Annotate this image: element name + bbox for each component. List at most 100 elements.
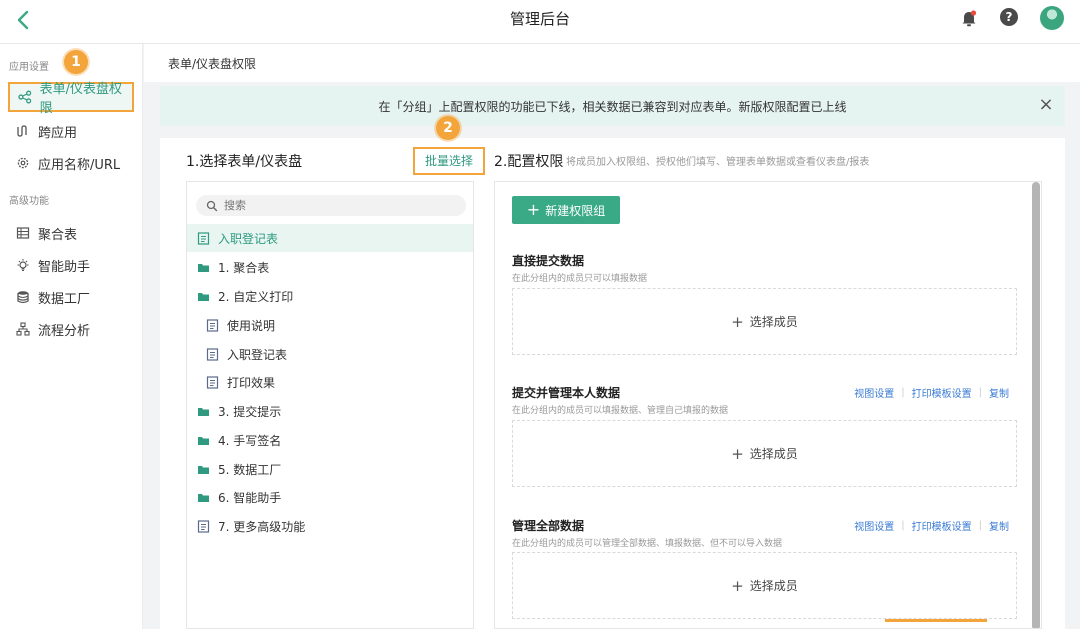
form-doc-icon: [197, 231, 210, 245]
step1-title: 1.选择表单/仪表盘: [186, 154, 303, 170]
tree-item[interactable]: 4. 手写签名: [187, 426, 473, 454]
form-doc-icon: [206, 318, 219, 332]
vertical-scrollbar[interactable]: [1032, 182, 1040, 628]
search-input[interactable]: [224, 199, 444, 212]
folder-open-icon: [198, 292, 209, 301]
notification-bell-icon[interactable]: [958, 8, 980, 30]
form-doc-icon: [206, 347, 219, 361]
group-title: 提交并管理本人数据: [512, 386, 621, 400]
sidebar: 应用设置 1 表单/仪表盘权限 跨应用 应用名称/URL 高级功能 聚合表 智能…: [0, 44, 143, 629]
tree-item-label: 6. 智能助手: [218, 490, 282, 505]
sidebar-item-form-dashboard-permission[interactable]: 表单/仪表盘权限: [8, 82, 134, 116]
select-members-label: 选择成员: [749, 579, 798, 593]
form-tree-panel: 入职登记表 1. 聚合表 2. 自定义打印 使用说明 入职登记表 打印效果 3.…: [186, 181, 474, 629]
step2-title: 2.配置权限: [494, 154, 564, 170]
sidebar-item-label: 智能助手: [38, 259, 91, 275]
tree-item[interactable]: 6. 智能助手: [187, 483, 473, 511]
select-members-area[interactable]: + 选择成员: [512, 288, 1017, 355]
sidebar-item-app-name-url[interactable]: 应用名称/URL: [8, 148, 134, 178]
search-icon: [206, 200, 218, 211]
sidebar-item-data-factory[interactable]: 数据工厂: [8, 282, 134, 312]
group-title: 管理全部数据: [512, 519, 585, 533]
action-separator: |: [978, 387, 982, 398]
group-actions: 视图设置 | 打印模板设置 | 复制: [854, 385, 1009, 400]
group-title: 直接提交数据: [512, 254, 585, 268]
database-icon: [17, 291, 29, 304]
tree-item[interactable]: 3. 提交提示: [187, 397, 473, 425]
folder-icon: [198, 263, 209, 272]
print-template-settings-link[interactable]: 打印模板设置: [912, 518, 972, 533]
plus-icon: +: [731, 576, 744, 595]
step-badge-2: 2: [436, 116, 460, 140]
tree-item[interactable]: 5. 数据工厂: [187, 455, 473, 483]
plus-icon: +: [526, 200, 541, 219]
group-actions: 视图设置 | 打印模板设置 | 复制: [854, 518, 1009, 533]
breadcrumb-bar: 表单/仪表盘权限: [144, 44, 1080, 82]
tree-item-label: 7. 更多高级功能: [218, 519, 306, 534]
folder-icon: [198, 407, 209, 416]
cross-app-icon: [17, 125, 27, 137]
copy-link[interactable]: 复制: [989, 385, 1009, 400]
step2-description: 将成员加入权限组、授权他们填写、管理表单数据或查看仪表盘/报表: [566, 157, 870, 168]
sidebar-item-label: 应用名称/URL: [38, 157, 121, 173]
form-doc-icon: [197, 519, 210, 533]
sidebar-item-label: 数据工厂: [38, 291, 91, 307]
bulk-select-button[interactable]: 批量选择: [413, 147, 485, 175]
permission-groups-panel: + 新建权限组 直接提交数据 在此分组内的成员只可以填报数据 + 选择成员 提交…: [494, 181, 1042, 629]
plus-icon: +: [731, 312, 744, 331]
flowchart-icon: [16, 322, 30, 336]
close-icon[interactable]: ×: [1037, 96, 1055, 114]
lightbulb-icon: [17, 259, 29, 272]
view-settings-link[interactable]: 视图设置: [854, 518, 894, 533]
new-group-label: 新建权限组: [545, 203, 606, 218]
group-description: 在此分组内的成员可以填报数据、管理自己填报的数据: [512, 406, 729, 416]
copy-link[interactable]: 复制: [989, 518, 1009, 533]
highlight-marker: [885, 619, 987, 622]
top-header: 管理后台 ?: [0, 0, 1080, 44]
group-description: 在此分组内的成员可以管理全部数据、填报数据、但不可以导入数据: [512, 539, 783, 549]
plus-icon: +: [731, 444, 744, 463]
new-permission-group-button[interactable]: + 新建权限组: [512, 196, 620, 224]
tree-item[interactable]: 1. 聚合表: [187, 253, 473, 281]
group-description: 在此分组内的成员只可以填报数据: [512, 274, 648, 284]
tree-item[interactable]: 2. 自定义打印: [187, 282, 473, 310]
sidebar-item-aggregate-table[interactable]: 聚合表: [8, 218, 134, 248]
gear-icon: [17, 157, 29, 169]
sidebar-section-advanced: 高级功能: [9, 196, 49, 207]
tree-item[interactable]: 入职登记表: [187, 340, 473, 368]
sidebar-item-process-analysis[interactable]: 流程分析: [8, 314, 134, 344]
tree-item-label: 使用说明: [227, 318, 276, 333]
sidebar-item-cross-app[interactable]: 跨应用: [8, 116, 134, 146]
tree-item[interactable]: 入职登记表: [187, 224, 473, 252]
tree-item-label: 1. 聚合表: [218, 260, 270, 275]
action-separator: |: [901, 387, 905, 398]
page-title: 管理后台: [509, 10, 570, 28]
tree-item[interactable]: 使用说明: [187, 311, 473, 339]
select-members-area[interactable]: + 选择成员: [512, 552, 1017, 619]
select-members-label: 选择成员: [749, 315, 798, 329]
print-template-settings-link[interactable]: 打印模板设置: [912, 385, 972, 400]
user-avatar[interactable]: [1040, 6, 1064, 30]
folder-icon: [198, 465, 209, 474]
tree-item-label: 3. 提交提示: [218, 404, 282, 419]
action-separator: |: [978, 520, 982, 531]
sidebar-item-smart-assistant[interactable]: 智能助手: [8, 250, 134, 280]
sidebar-item-label: 流程分析: [38, 323, 91, 339]
select-members-area[interactable]: + 选择成员: [512, 420, 1017, 487]
step-badge-1: 1: [64, 50, 88, 74]
select-members-label: 选择成员: [749, 447, 798, 461]
help-icon[interactable]: ?: [1000, 8, 1018, 26]
notice-text: 在「分组」上配置权限的功能已下线，相关数据已兼容到对应表单。新版权限配置已上线: [378, 100, 847, 114]
view-settings-link[interactable]: 视图设置: [854, 385, 894, 400]
sidebar-item-label: 聚合表: [38, 227, 78, 243]
tree-item[interactable]: 7. 更多高级功能: [187, 512, 473, 540]
folder-icon: [198, 493, 209, 502]
sidebar-item-label: 跨应用: [38, 125, 78, 141]
tree-item-label: 入职登记表: [218, 231, 279, 246]
share-icon: [18, 90, 32, 104]
notice-banner: 在「分组」上配置权限的功能已下线，相关数据已兼容到对应表单。新版权限配置已上线 …: [160, 86, 1065, 126]
search-box[interactable]: [196, 195, 466, 216]
tree-item[interactable]: 打印效果: [187, 368, 473, 396]
tree-item-label: 打印效果: [227, 375, 276, 390]
table-icon: [16, 227, 30, 239]
